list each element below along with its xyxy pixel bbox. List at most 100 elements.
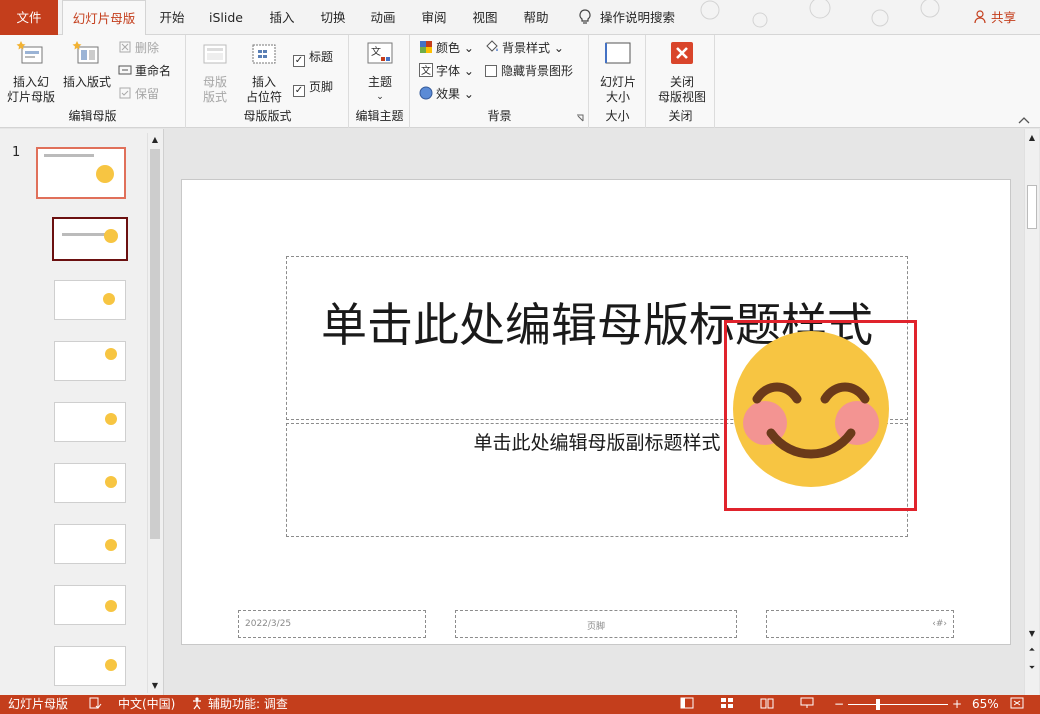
thumbnail-layout-1[interactable]: [52, 217, 128, 261]
scroll-down-icon[interactable]: ▼: [150, 681, 160, 691]
theme-dropdown-icon: ⌄: [376, 92, 384, 102]
zoom-slider[interactable]: [848, 704, 948, 705]
collapse-ribbon-icon[interactable]: [1018, 116, 1030, 124]
delete-button[interactable]: 删除: [118, 38, 159, 58]
insert-layout-label: 插入版式: [62, 75, 111, 89]
fonts-dropdown[interactable]: 文字体 ⌄: [419, 61, 474, 81]
preserve-button[interactable]: 保留: [118, 84, 159, 104]
insert-placeholder-button[interactable]: 插入 占位符: [239, 39, 289, 105]
tab-islide[interactable]: iSlide: [202, 0, 250, 35]
zoom-in-icon[interactable]: +: [952, 695, 962, 714]
date-placeholder[interactable]: 2022/3/25: [238, 610, 426, 638]
ribbon: 插入幻 灯片母版 插入版式 删除 重命名 保留 编辑母版 母版 版式 插入 占位…: [0, 35, 1040, 128]
effects-label: 效果: [436, 87, 461, 101]
slide-size-button[interactable]: 幻灯片 大小: [593, 39, 643, 105]
slide-show-icon[interactable]: [800, 695, 814, 714]
smiley-icon: [104, 229, 118, 243]
canvas-scrollbar[interactable]: ▲ ▼ ⏶ ⏷: [1024, 129, 1039, 695]
smiley-icon: [105, 659, 117, 671]
group-label-master-layout: 母版版式: [243, 109, 292, 123]
tell-me-search[interactable]: 操作说明搜索: [572, 0, 692, 35]
tab-file[interactable]: 文件: [0, 0, 58, 35]
thumbnail-layout-8[interactable]: [54, 646, 126, 686]
group-label-background: 背景: [487, 109, 512, 123]
tab-insert[interactable]: 插入: [262, 0, 302, 35]
normal-view-icon[interactable]: [680, 695, 694, 714]
footer-check-icon: ✓: [293, 85, 305, 97]
thumbnail-master[interactable]: [36, 147, 126, 199]
footer-checkbox[interactable]: ✓ 页脚: [293, 77, 333, 97]
font-icon: 文: [419, 63, 433, 77]
previous-slide-icon[interactable]: ⏶: [1027, 645, 1037, 657]
language-label[interactable]: 中文(中国): [118, 695, 175, 714]
scroll-up-icon[interactable]: ▲: [150, 135, 160, 145]
thumbnail-layout-7[interactable]: [54, 585, 126, 625]
thumbnail-layout-2[interactable]: [54, 280, 126, 320]
decorative-swirl-icon: [700, 0, 940, 28]
hide-background-checkbox[interactable]: 隐藏背景图形: [485, 61, 573, 81]
zoom-out-icon[interactable]: −: [834, 695, 844, 714]
slide-size-icon: [605, 42, 631, 64]
master-layout-label: 母版 版式: [202, 75, 227, 104]
background-styles-label: 背景样式: [502, 41, 551, 55]
svg-text:文: 文: [371, 45, 381, 58]
slide-thumbnail-pane: 1 ▲ ▼: [0, 129, 164, 695]
reading-view-icon[interactable]: [760, 695, 774, 714]
person-icon: [974, 10, 986, 24]
tab-home[interactable]: 开始: [152, 0, 192, 35]
close-master-view-button[interactable]: 关闭 母版视图: [653, 39, 711, 105]
lightbulb-icon: [579, 9, 591, 24]
master-layout-button[interactable]: 母版 版式: [193, 39, 237, 105]
tab-transitions[interactable]: 切换: [313, 0, 353, 35]
effects-dropdown[interactable]: 效果 ⌄: [419, 84, 474, 104]
next-slide-icon[interactable]: ⏷: [1027, 663, 1037, 675]
thumbnail-scrollbar[interactable]: ▲ ▼: [147, 133, 162, 693]
smiley-icon: [105, 348, 117, 360]
delete-label: 删除: [135, 41, 160, 55]
dialog-launcher-icon[interactable]: [576, 114, 584, 122]
fit-to-window-icon[interactable]: [1010, 695, 1024, 714]
thumbnail-layout-5[interactable]: [54, 463, 126, 503]
delete-icon: [119, 41, 131, 53]
accessibility-status[interactable]: 辅助功能: 调查: [190, 695, 288, 714]
scroll-down-icon[interactable]: ▼: [1027, 629, 1037, 639]
scrollbar-thumb[interactable]: [150, 149, 160, 539]
title-checkbox[interactable]: ✓ 标题: [293, 47, 333, 67]
scroll-up-icon[interactable]: ▲: [1027, 133, 1037, 143]
smiley-icon: [105, 413, 117, 425]
thumbnail-layout-6[interactable]: [54, 524, 126, 564]
scrollbar-thumb[interactable]: [1027, 185, 1037, 229]
share-button[interactable]: 共享: [974, 0, 1016, 35]
thumbnail-layout-3[interactable]: [54, 341, 126, 381]
slide-number-placeholder[interactable]: ‹#›: [766, 610, 954, 638]
insert-slide-master-button[interactable]: 插入幻 灯片母版: [6, 39, 56, 105]
group-label-size: 大小: [605, 109, 630, 123]
tab-help[interactable]: 帮助: [516, 0, 556, 35]
tab-review[interactable]: 审阅: [414, 0, 454, 35]
insert-layout-icon: [72, 41, 99, 64]
rename-button[interactable]: 重命名: [118, 61, 171, 81]
status-bar: 幻灯片母版 中文(中国) 辅助功能: 调查 − + 65%: [0, 695, 1040, 714]
slide-size-label: 幻灯片 大小: [599, 75, 636, 104]
background-styles-dropdown[interactable]: 背景样式 ⌄: [485, 38, 564, 58]
date-text: 2022/3/25: [245, 619, 292, 629]
zoom-level[interactable]: 65%: [972, 695, 999, 714]
insert-layout-button[interactable]: 插入版式: [60, 39, 114, 90]
slide[interactable]: 单击此处编辑母版标题样式 单击此处编辑母版副标题样式 2022/3/25 页脚 …: [181, 179, 1011, 645]
thumbnail-layout-4[interactable]: [54, 402, 126, 442]
group-close: 关闭 母版视图 关闭: [647, 35, 715, 128]
colors-dropdown[interactable]: 颜色 ⌄: [419, 38, 474, 58]
group-edit-master: 插入幻 灯片母版 插入版式 删除 重命名 保留 编辑母版: [0, 35, 186, 128]
tab-view[interactable]: 视图: [465, 0, 505, 35]
footer-text: 页脚: [586, 622, 605, 632]
group-label-edit-theme: 编辑主题: [355, 109, 404, 123]
tab-animations[interactable]: 动画: [363, 0, 403, 35]
footer-placeholder[interactable]: 页脚: [455, 610, 737, 638]
tab-slide-master[interactable]: 幻灯片母版: [62, 0, 146, 36]
smiley-icon: [105, 476, 117, 488]
slide-sorter-icon[interactable]: [720, 695, 734, 714]
preserve-label: 保留: [135, 87, 160, 101]
zoom-slider-thumb[interactable]: [876, 699, 880, 710]
theme-button[interactable]: 文 主题 ⌄: [355, 39, 405, 105]
spell-check-icon[interactable]: [88, 695, 102, 714]
